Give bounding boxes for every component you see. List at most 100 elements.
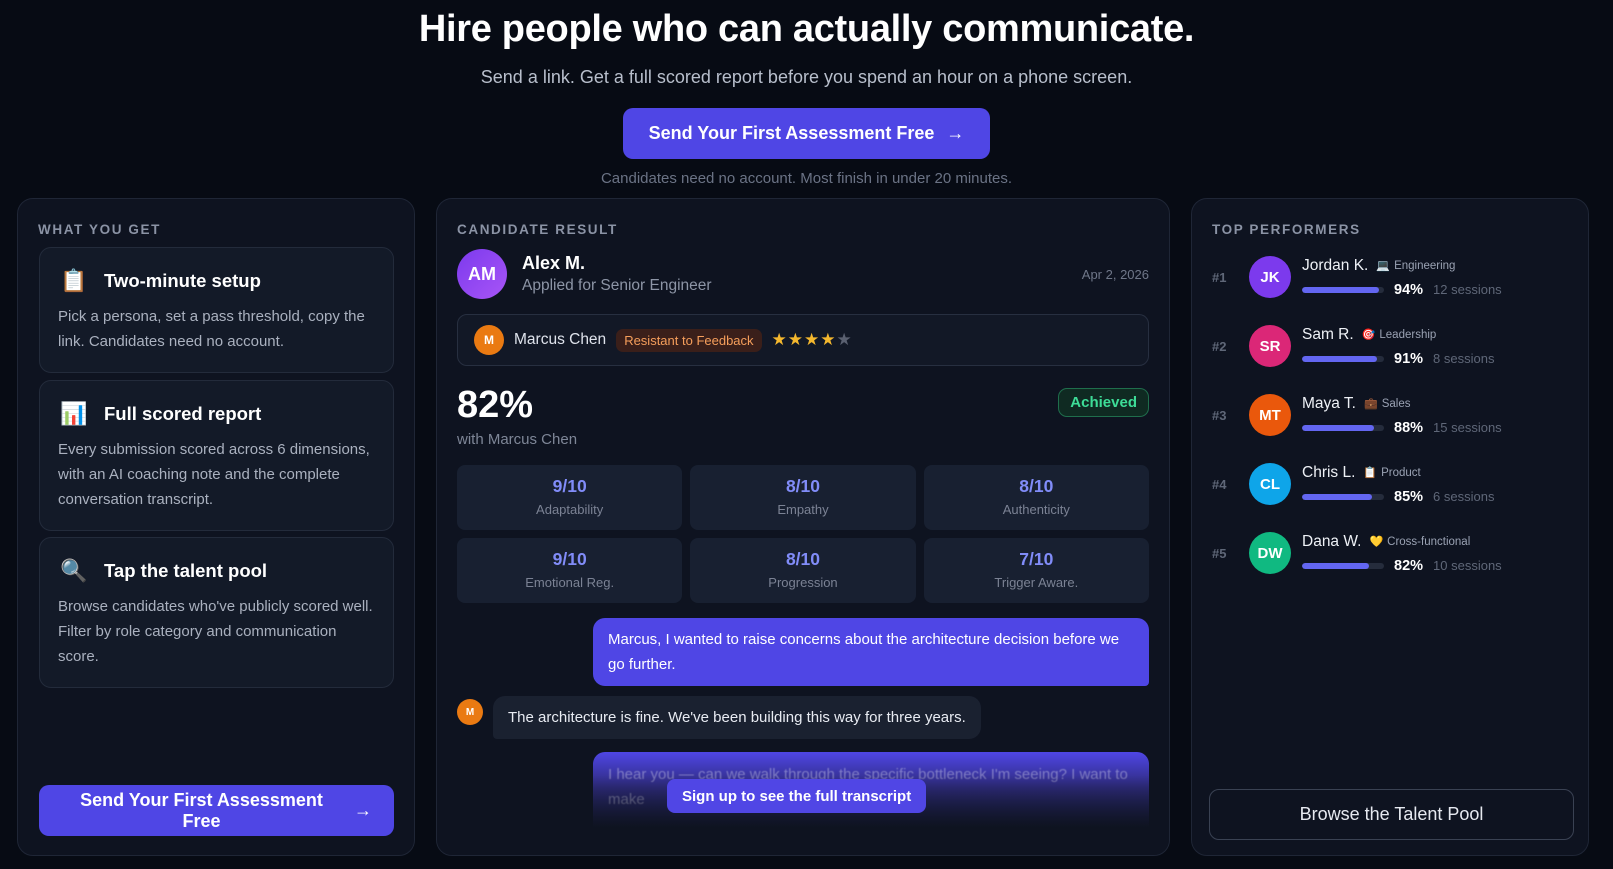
category-label: Cross-functional <box>1387 535 1471 548</box>
dimension-label: Adaptability <box>536 502 604 517</box>
persona-name: Marcus Chen <box>514 331 607 348</box>
star-empty-icon: ★ <box>836 330 853 349</box>
avatar: CL <box>1249 463 1291 505</box>
persona-tag: Resistant to Feedback <box>616 328 762 352</box>
performer-rank: #2 <box>1212 338 1227 354</box>
hero-cta-label: Send Your First Assessment Free <box>648 123 935 143</box>
dimension-card: 7/10 Trigger Aware. <box>923 538 1149 603</box>
feature-title: Two-minute setup <box>104 270 261 291</box>
performer-score: 85% <box>1394 488 1424 505</box>
score-subtitle: with Marcus Chen <box>457 431 578 448</box>
score-bar-fill <box>1302 562 1370 569</box>
avatar: JK <box>1249 256 1291 298</box>
dimension-card: 9/10 Adaptability <box>457 465 683 530</box>
performer-category: 💛 Cross-functional <box>1369 535 1471 549</box>
arrow-right-icon: → <box>946 123 965 143</box>
performer-rank: #1 <box>1212 269 1227 285</box>
computer-icon: 💻 <box>1376 260 1391 272</box>
hero-section: Hire people who can actually communicate… <box>0 0 1613 187</box>
score-bar-fill <box>1302 355 1377 362</box>
performer-info: Chris L. 📋 Product 85% 6 sessions <box>1302 464 1494 505</box>
score-bar <box>1302 562 1384 569</box>
performer-category: 💻 Engineering <box>1376 259 1456 273</box>
top-performers-panel: TOP PERFORMERS #1 JK Jordan K. 💻 Engineering… <box>1191 198 1589 856</box>
performer-info: Dana W. 💛 Cross-functional 82% 10 sessions <box>1302 533 1502 574</box>
dimension-card: 8/10 Progression <box>690 538 916 603</box>
performer-score: 88% <box>1394 419 1424 436</box>
dimension-label: Emotional Reg. <box>525 575 615 590</box>
left-cta-label: Send Your First Assessment Free <box>80 789 323 831</box>
briefcase-icon: 💼 <box>1364 398 1378 410</box>
star-icon: ★ <box>804 330 821 349</box>
performer-rank: #4 <box>1212 476 1227 492</box>
target-icon: 🎯 <box>1361 329 1376 341</box>
arrow-right-icon: → <box>354 800 372 820</box>
dimension-label: Trigger Aware. <box>994 575 1079 590</box>
performer-sessions: 6 sessions <box>1433 489 1495 504</box>
performer-rank: #5 <box>1212 545 1227 561</box>
star-icon: ★ <box>787 330 805 349</box>
feature-card: 📊 Full scored report Every submission sc… <box>39 380 394 531</box>
panel-title: TOP PERFORMERS <box>1212 222 1361 237</box>
hero-title: Hire people who can actually communicate… <box>418 8 1195 50</box>
performer-sessions: 15 sessions <box>1433 420 1502 435</box>
what-you-get-panel: WHAT YOU GET 📋 Two-minute setup Pick a p… <box>17 198 415 856</box>
performer-category: 🎯 Leadership <box>1361 328 1437 342</box>
performer-category: 💼 Sales <box>1364 397 1411 411</box>
feature-title: Full scored report <box>104 403 262 424</box>
browse-talent-pool-button[interactable]: Browse the Talent Pool <box>1209 789 1574 840</box>
performer-score: 82% <box>1394 557 1424 574</box>
candidate-result-panel: CANDIDATE RESULT AM Alex M. Applied for … <box>436 198 1170 856</box>
hero-cta-button[interactable]: Send Your First Assessment Free → <box>622 108 991 159</box>
performer-row[interactable]: #1 JK Jordan K. 💻 Engineering 94% 12 sessions <box>1212 247 1568 307</box>
heart-icon: 💛 <box>1369 536 1384 548</box>
overall-score: 82% <box>457 384 534 426</box>
outgoing-message: Marcus, I wanted to raise concerns about… <box>593 618 1149 686</box>
performer-score: 91% <box>1394 350 1424 367</box>
dimension-card: 9/10 Emotional Reg. <box>457 538 683 603</box>
dimension-value: 8/10 <box>785 549 821 569</box>
clipboard-icon: 📋 <box>1363 467 1378 479</box>
score-bar-fill <box>1302 286 1380 293</box>
dimension-value: 8/10 <box>785 476 821 496</box>
avatar: MT <box>1249 394 1291 436</box>
feature-title: Tap the talent pool <box>104 560 268 581</box>
score-bar <box>1302 355 1384 362</box>
incoming-message-row: M The architecture is fine. We've been b… <box>457 696 981 739</box>
performer-rank: #3 <box>1212 407 1227 423</box>
left-cta-button[interactable]: Send Your First Assessment Free → <box>39 785 394 836</box>
performer-row[interactable]: #5 DW Dana W. 💛 Cross-functional 82% 10 sessio… <box>1212 523 1568 583</box>
persona-row: M Marcus Chen Resistant to Feedback ★★★★… <box>457 314 1149 366</box>
candidate-name: Alex M. <box>522 253 586 273</box>
persona-avatar: M <box>457 699 483 725</box>
performer-score: 94% <box>1394 281 1424 298</box>
category-label: Sales <box>1381 397 1411 410</box>
dimension-card: 8/10 Authenticity <box>923 465 1149 530</box>
performer-info: Maya T. 💼 Sales 88% 15 sessions <box>1302 395 1502 436</box>
hero-note: Candidates need no account. Most finish … <box>600 170 1013 187</box>
dimension-value: 9/10 <box>552 549 587 569</box>
panel-title: WHAT YOU GET <box>38 222 161 237</box>
dimension-grid: 9/10 Adaptability 8/10 Empathy 8/10 Authent… <box>457 465 1149 603</box>
performer-row[interactable]: #3 MT Maya T. 💼 Sales 88% 15 sessions <box>1212 385 1568 445</box>
panel-title: CANDIDATE RESULT <box>457 222 618 237</box>
category-label: Engineering <box>1394 259 1456 272</box>
performer-row[interactable]: #2 SR Sam R. 🎯 Leadership 91% 8 sessions <box>1212 316 1568 376</box>
dimension-value: 9/10 <box>552 476 587 496</box>
category-label: Leadership <box>1379 328 1437 341</box>
signup-transcript-button[interactable]: Sign up to see the full transcript <box>667 779 927 813</box>
feature-desc: Every submission scored across 6 dimensi… <box>58 441 370 508</box>
score-bar <box>1302 424 1384 431</box>
performer-sessions: 12 sessions <box>1433 282 1502 297</box>
performer-row[interactable]: #4 CL Chris L. 📋 Product 85% 6 sessions <box>1212 454 1568 514</box>
candidate-header: AM Alex M. Applied for Senior Engineer A… <box>457 249 1149 299</box>
dimension-label: Progression <box>768 575 838 590</box>
dimension-value: 8/10 <box>1019 476 1054 496</box>
category-label: Product <box>1381 466 1421 479</box>
score-bar-fill <box>1302 493 1372 500</box>
star-icon: ★ <box>820 330 837 349</box>
feature-card: 📋 Two-minute setup Pick a persona, set a… <box>39 247 394 373</box>
candidate-role: Applied for Senior Engineer <box>522 277 712 294</box>
hero-subtitle: Send a link. Get a full scored report be… <box>480 67 1133 87</box>
performer-name: Jordan K. <box>1302 256 1369 274</box>
